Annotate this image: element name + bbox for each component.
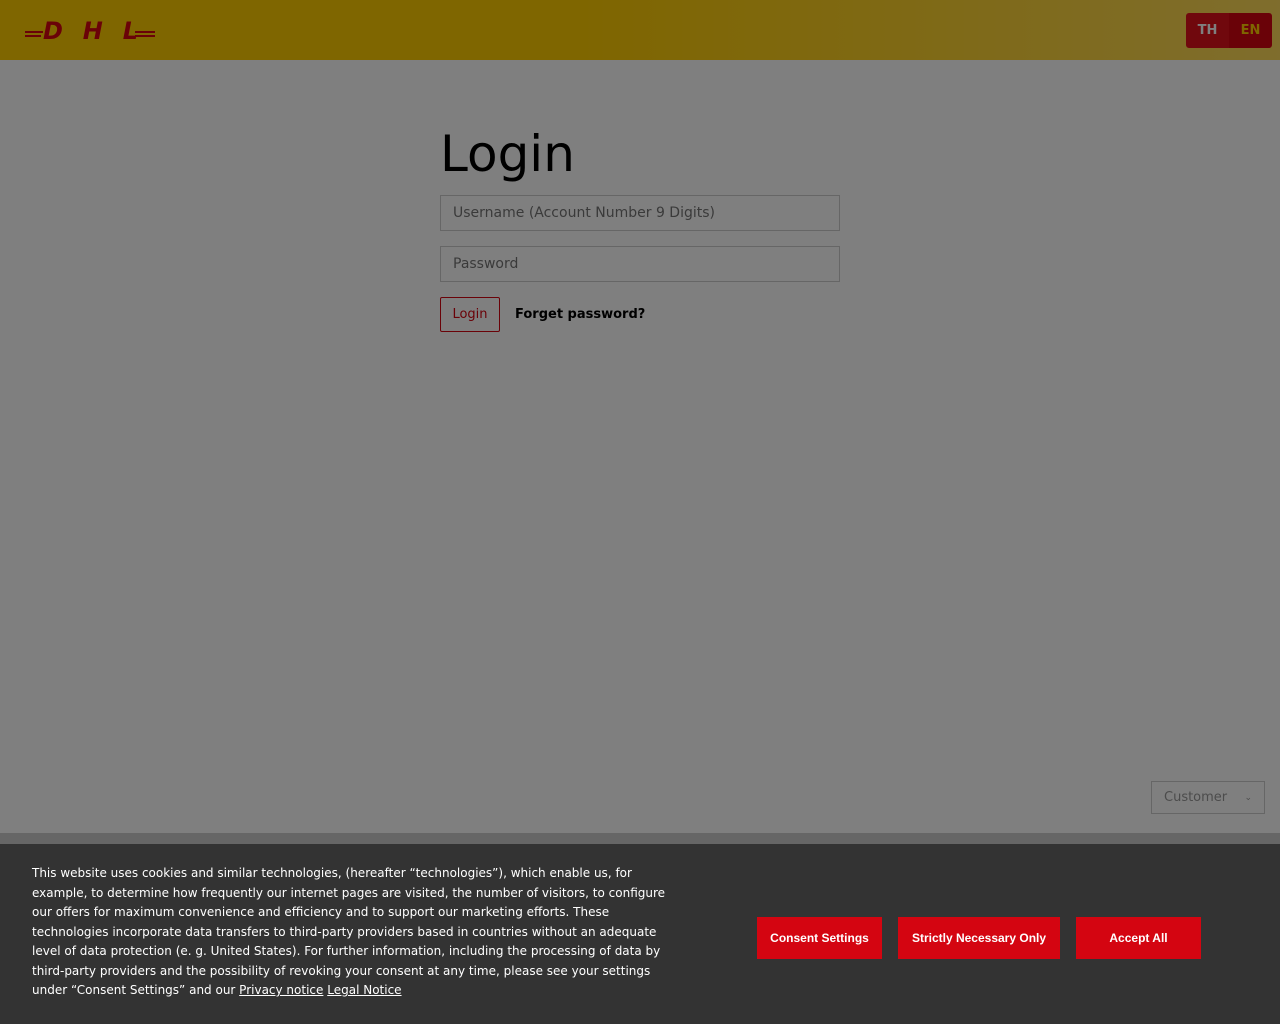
- cookie-banner: This website uses cookies and similar te…: [0, 844, 1280, 1024]
- consent-settings-button[interactable]: Consent Settings: [757, 917, 882, 959]
- legal-notice-link[interactable]: Legal Notice: [327, 983, 401, 997]
- cookie-message: This website uses cookies and similar te…: [32, 866, 666, 997]
- strictly-necessary-button[interactable]: Strictly Necessary Only: [898, 917, 1060, 959]
- accept-all-button[interactable]: Accept All: [1076, 917, 1201, 959]
- cookie-text: This website uses cookies and similar te…: [32, 864, 687, 1001]
- privacy-notice-link[interactable]: Privacy notice: [239, 983, 323, 997]
